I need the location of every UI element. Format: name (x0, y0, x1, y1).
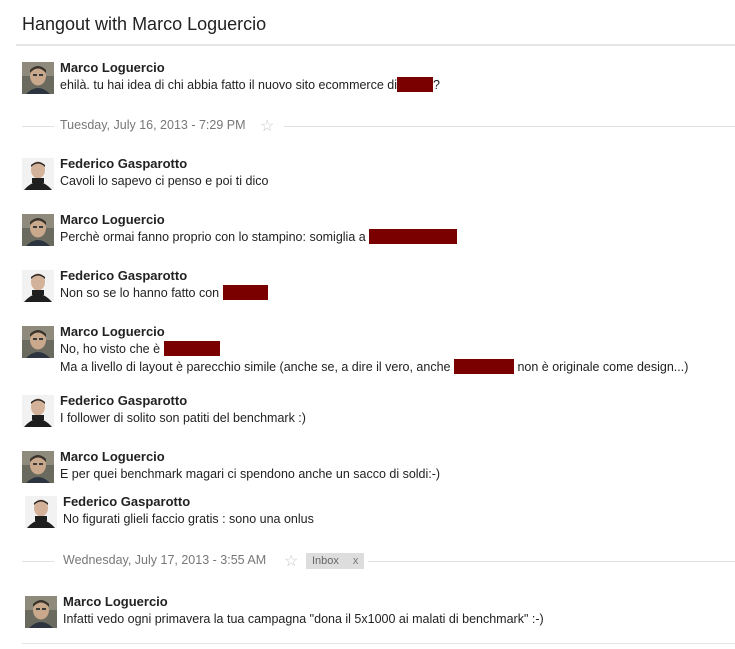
avatar-marco-icon (22, 214, 54, 246)
sender-name: Marco Loguercio (60, 449, 165, 464)
avatar[interactable] (22, 158, 54, 190)
conversation-header: Hangout with Marco Loguercio (16, 0, 735, 46)
avatar[interactable] (25, 596, 57, 628)
message-text: Cavoli lo sapevo ci penso e poi ti dico (60, 174, 269, 188)
sender-name: Marco Loguercio (63, 594, 168, 609)
avatar[interactable] (22, 395, 54, 427)
message-text: I follower di solito son patiti del benc… (60, 411, 306, 425)
redacted-block (453, 359, 514, 374)
avatar[interactable] (22, 326, 54, 358)
message-text: Infatti vedo ogni primavera la tua campa… (63, 612, 544, 626)
sender-name: Marco Loguercio (60, 60, 165, 75)
label-text: Inbox (312, 555, 339, 567)
redacted-block (369, 229, 458, 244)
redacted-block (222, 285, 268, 300)
star-outline-icon[interactable]: ☆ (284, 551, 298, 571)
timestamp: Wednesday, July 17, 2013 - 3:55 AM (63, 553, 267, 567)
sender-name: Federico Gasparotto (60, 393, 188, 408)
avatar-marco-icon (22, 451, 54, 483)
star-outline-icon[interactable]: ☆ (260, 116, 274, 136)
message-text: E per quei benchmark magari ci spendono … (60, 467, 441, 481)
message-text: No figurati glieli faccio gratis : sono … (63, 512, 314, 526)
avatar[interactable] (25, 496, 57, 528)
sender-name: Federico Gasparotto (60, 268, 188, 283)
redacted-block (163, 341, 220, 356)
avatar-federico-icon (25, 496, 57, 528)
avatar[interactable] (22, 451, 54, 483)
avatar-federico-icon (22, 270, 54, 302)
message-text: Ma a livello di layout è parecchio simil… (60, 359, 689, 374)
message-text: No, ho visto che è (60, 340, 730, 358)
sender-name: Federico Gasparotto (63, 494, 191, 509)
avatar[interactable] (22, 270, 54, 302)
sender-name: Federico Gasparotto (60, 156, 188, 171)
avatar-federico-icon (22, 395, 54, 427)
sender-name: Marco Loguercio (60, 324, 165, 339)
timestamp-divider: Tuesday, July 16, 2013 - 7:29 PM ☆ (22, 116, 735, 136)
avatar-marco-icon (25, 596, 57, 628)
close-icon[interactable]: x (353, 555, 359, 567)
redacted-block (397, 77, 433, 92)
timestamp-divider: Wednesday, July 17, 2013 - 3:55 AM ☆ Inb… (22, 551, 735, 571)
sender-name: Marco Loguercio (60, 212, 165, 227)
conversation-title: Hangout with Marco Loguercio (22, 14, 267, 34)
avatar-marco-icon (22, 62, 54, 94)
message-text: Perchè ormai fanno proprio con lo stampi… (60, 228, 730, 246)
timestamp: Tuesday, July 16, 2013 - 7:29 PM (60, 118, 246, 132)
bottom-divider (22, 643, 735, 644)
avatar[interactable] (22, 62, 54, 94)
avatar-marco-icon (22, 326, 54, 358)
message-text: Non so se lo hanno fatto con (60, 284, 730, 302)
message-text: ehilà. tu hai idea di chi abbia fatto il… (60, 77, 440, 92)
inbox-label[interactable]: Inbox x (306, 553, 365, 569)
avatar[interactable] (22, 214, 54, 246)
avatar-federico-icon (22, 158, 54, 190)
